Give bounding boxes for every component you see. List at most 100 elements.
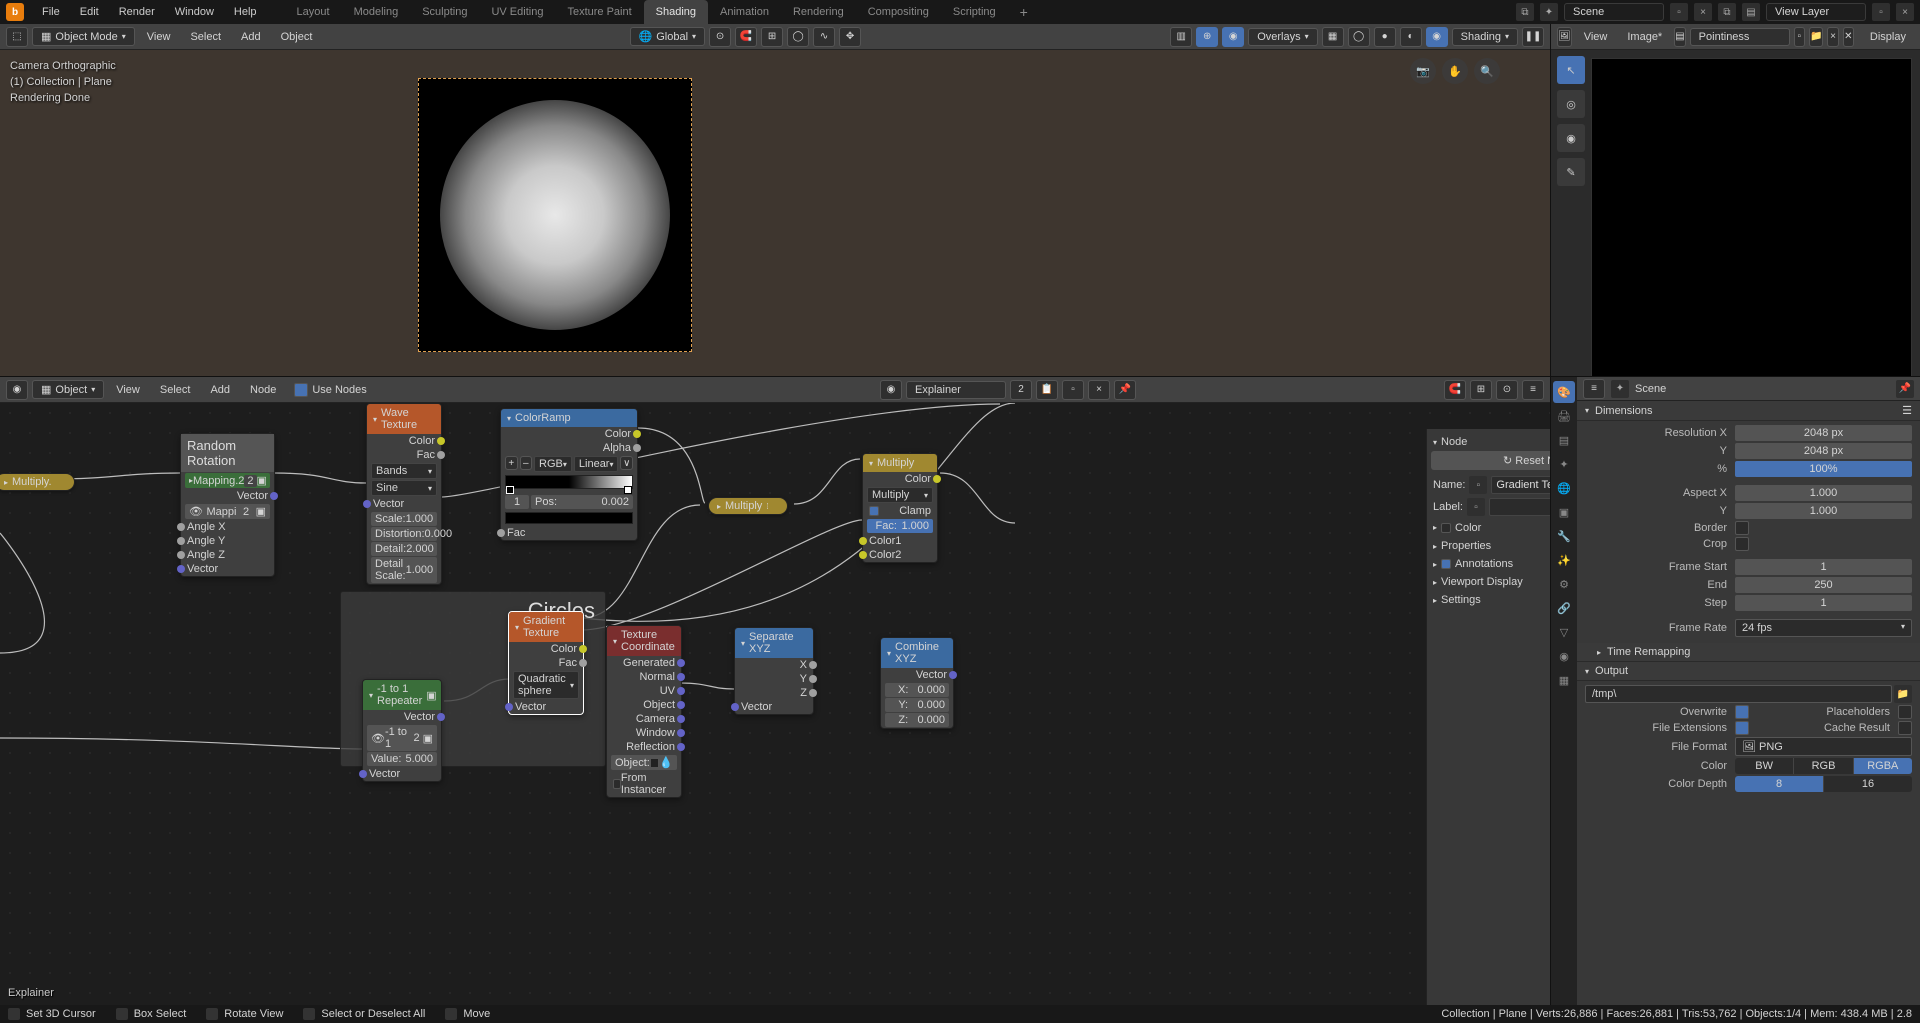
crop-checkbox[interactable] [1735,537,1749,551]
tab-sculpting[interactable]: Sculpting [410,0,479,24]
repeater-value[interactable]: Value:5.000 [367,752,437,766]
resolution-x[interactable]: 2048 px [1735,425,1912,441]
node-label-input[interactable] [1489,498,1550,516]
annotate-pencil-icon[interactable]: ✎ [1557,158,1585,186]
texcoord-object[interactable]: Object:💧 [611,755,677,770]
node-mix-multiply[interactable]: ▾Multiply Color Multiply▾ Clamp Fac:1.00… [862,453,938,563]
color-depth-8[interactable]: 8 [1735,776,1824,792]
tab-texture-paint[interactable]: Texture Paint [555,0,643,24]
node-header[interactable]: ▾Wave Texture [367,404,441,434]
node-repeater-group[interactable]: ▾-1 to 1 Repeater▣ Vector 👁-1 to 12▣ Val… [362,679,442,782]
shading-dropdown[interactable]: Shading▾ [1452,28,1518,46]
slot-open-icon[interactable]: 📁 [1809,27,1823,47]
overlays-dropdown[interactable]: Overlays▾ [1248,28,1317,46]
ramp-mode-select[interactable]: RGB▾ [534,456,572,472]
tab-scripting[interactable]: Scripting [941,0,1008,24]
prop-tab-material[interactable]: ◉ [1553,645,1575,667]
ramp-stop-pos[interactable]: Pos:0.002 [531,495,633,509]
prop-tab-object[interactable]: ▣ [1553,501,1575,523]
pan-icon[interactable]: ✋ [1442,58,1468,84]
prop-tab-render[interactable]: 🎨 [1553,381,1575,403]
wave-detail-scale[interactable]: Detail Scale:1.000 [371,557,437,583]
resolution-percent[interactable]: 100% [1735,461,1912,477]
group-icon[interactable]: ▣ [256,505,266,518]
preset-icon[interactable]: ☰ [1902,404,1912,417]
frame-rate-select[interactable]: 24 fps▾ [1735,619,1912,637]
ne-menu-add[interactable]: Add [202,382,238,398]
tab-uv-editing[interactable]: UV Editing [479,0,555,24]
node-header[interactable]: ▾Texture Coordinate [607,626,681,656]
prop-tab-texture[interactable]: ▦ [1553,669,1575,691]
image-browse-icon[interactable]: ▤ [1674,27,1685,47]
wave-distortion[interactable]: Distortion:0.000 [371,527,437,541]
prop-tab-output[interactable]: 🖨 [1553,405,1575,427]
tab-add-workspace[interactable]: + [1008,0,1040,24]
prop-tab-data[interactable]: ▽ [1553,621,1575,643]
annotations-checkbox[interactable] [1441,559,1451,569]
snap-type-icon[interactable]: ⊞ [761,27,783,47]
tab-rendering[interactable]: Rendering [781,0,856,24]
ramp-stop-color[interactable] [505,512,633,524]
prop-tab-modifiers[interactable]: 🔧 [1553,525,1575,547]
snap-toggle[interactable]: 🧲 [735,27,757,47]
shading-lookdev-icon[interactable]: ◐ [1400,27,1422,47]
slot-new-icon[interactable]: ▫ [1794,27,1805,47]
new-scene-icon[interactable]: ▫ [1670,3,1688,21]
colorramp-gradient[interactable] [505,475,633,489]
sidebar-section-viewport-display[interactable]: ▸Viewport Display [1431,573,1550,591]
color-mode-rgb[interactable]: RGB [1794,758,1853,774]
shading-wireframe-icon[interactable]: ◯ [1348,27,1370,47]
file-extensions-checkbox[interactable] [1735,721,1749,735]
placeholders-checkbox[interactable] [1898,705,1912,719]
annotate-scope-icon[interactable]: ◎ [1557,90,1585,118]
editor-type-icon[interactable]: 🖼 [1557,27,1572,47]
render-slot-select[interactable]: Pointiness [1690,28,1790,46]
ne-menu-select[interactable]: Select [152,382,199,398]
mode-select[interactable]: ▦Object Mode▾ [32,27,135,46]
backdrop-icon[interactable]: ⊙ [1496,380,1518,400]
combine-x[interactable]: X:0.000 [885,683,949,697]
node-colorramp[interactable]: ▾ColorRamp Color Alpha + – RGB▾ Linear▾ … [500,408,638,541]
collections-visibility-icon[interactable]: ▥ [1170,27,1192,47]
new-material-icon[interactable]: 📋 [1036,380,1058,400]
resolution-y[interactable]: 2048 px [1735,443,1912,459]
color-mode-rgba[interactable]: RGBA [1854,758,1912,774]
slot-unlink-icon[interactable]: × [1827,27,1838,47]
node-multiply-collapsed-left[interactable]: ▸Multiply. [0,473,75,491]
overwrite-checkbox[interactable] [1735,705,1749,719]
viewport-body[interactable]: Camera Orthographic (1) Collection | Pla… [0,50,1550,376]
ie-menu-image[interactable]: Image* [1619,29,1670,45]
menu-help[interactable]: Help [224,0,267,24]
prop-tab-world[interactable]: 🌐 [1553,477,1575,499]
sidebar-section-annotations[interactable]: ▸Annotations [1431,555,1550,573]
from-instancer-checkbox[interactable] [613,779,621,789]
vp-menu-view[interactable]: View [139,29,179,45]
blend-mode-select[interactable]: Multiply▾ [867,487,933,503]
group-icon[interactable]: ▣ [426,689,436,702]
node-header[interactable]: ▾-1 to 1 Repeater▣ [363,680,441,710]
prop-tab-scene[interactable]: ✦ [1553,453,1575,475]
combine-z[interactable]: Z:0.000 [885,713,949,727]
ramp-remove-icon[interactable]: – [520,456,533,470]
combine-y[interactable]: Y:0.000 [885,698,949,712]
frame-end[interactable]: 250 [1735,577,1912,593]
color-mode-bw[interactable]: BW [1735,758,1794,774]
snap-type-node[interactable]: ⊞ [1470,380,1492,400]
viewlayer-browse-icon[interactable]: ⧉ [1718,3,1736,21]
sidebar-section-node[interactable]: ▾Node [1431,433,1550,451]
node-separate-xyz[interactable]: ▾Separate XYZ X Y Z Vector [734,627,814,715]
group-icon[interactable]: ▣ [423,732,433,745]
scene-browse-icon[interactable]: ⧉ [1516,3,1534,21]
slot-remove-icon[interactable]: ✕ [1843,27,1854,47]
node-header[interactable]: ▾ColorRamp [501,409,637,427]
node-combine-xyz[interactable]: ▾Combine XYZ Vector X:0.000 Y:0.000 Z:0.… [880,637,954,729]
sidebar-section-color[interactable]: ▸Color☰ [1431,518,1550,537]
eye-icon[interactable]: 👁 [189,505,203,518]
section-output[interactable]: ▾Output [1577,662,1920,681]
ramp-interp-select[interactable]: Linear▾ [574,456,619,472]
gizmo-icon[interactable]: ✥ [839,27,861,47]
eyedropper-icon[interactable]: 💧 [659,756,673,769]
context-menu-icon[interactable]: ≡ [1522,380,1544,400]
ie-menu-view[interactable]: View [1576,29,1616,45]
proportional-type-icon[interactable]: ∿ [813,27,835,47]
